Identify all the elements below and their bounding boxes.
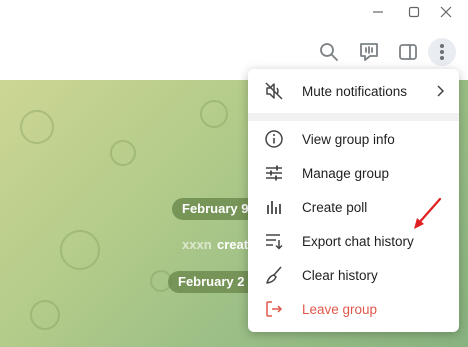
menu-item-label: View group info [302, 131, 395, 147]
window-titlebar [0, 0, 468, 24]
menu-item-label: Create poll [302, 199, 368, 215]
menu-item-view-group-info[interactable]: View group info [248, 122, 459, 156]
date-separator: February 2 [168, 271, 258, 293]
video-chat-button[interactable] [355, 38, 383, 66]
date-separator: February 9 [172, 198, 258, 220]
menu-item-label: Mute notifications [302, 83, 408, 99]
search-button[interactable] [315, 38, 343, 66]
menu-item-label: Export chat history [302, 233, 414, 249]
chevron-right-icon [437, 85, 445, 97]
menu-item-label: Leave group [302, 301, 378, 317]
menu-item-clear-history[interactable]: Clear history [248, 258, 459, 292]
background-doodle [200, 100, 228, 128]
minimize-button[interactable] [363, 0, 393, 24]
close-icon [440, 6, 452, 18]
video-chat-icon [360, 43, 378, 61]
export-icon [266, 234, 283, 250]
sidebar-toggle-icon [399, 44, 417, 60]
background-doodle [60, 230, 100, 270]
service-message-prefix: xxxn [182, 237, 212, 252]
maximize-button[interactable] [399, 0, 429, 24]
menu-item-label: Manage group [302, 165, 390, 181]
background-doodle [110, 140, 136, 166]
annotation-arrow-icon [414, 197, 442, 229]
sliders-icon [266, 165, 282, 181]
mute-icon [265, 82, 283, 100]
info-icon [265, 130, 283, 148]
background-doodle [20, 110, 54, 144]
sidebar-toggle-button[interactable] [394, 38, 422, 66]
broom-icon [266, 266, 282, 284]
more-vertical-icon [440, 44, 444, 60]
leave-icon [266, 301, 283, 317]
minimize-icon [373, 11, 383, 13]
poll-icon [267, 201, 281, 214]
close-button[interactable] [431, 0, 461, 24]
menu-item-mute-notifications[interactable]: Mute notifications [248, 74, 459, 108]
background-doodle [30, 300, 60, 330]
search-icon [320, 43, 338, 61]
more-button[interactable] [428, 38, 456, 66]
maximize-icon [408, 6, 420, 18]
menu-separator [248, 113, 459, 121]
menu-item-leave-group[interactable]: Leave group [248, 292, 459, 326]
menu-item-manage-group[interactable]: Manage group [248, 156, 459, 190]
menu-item-label: Clear history [302, 267, 378, 283]
